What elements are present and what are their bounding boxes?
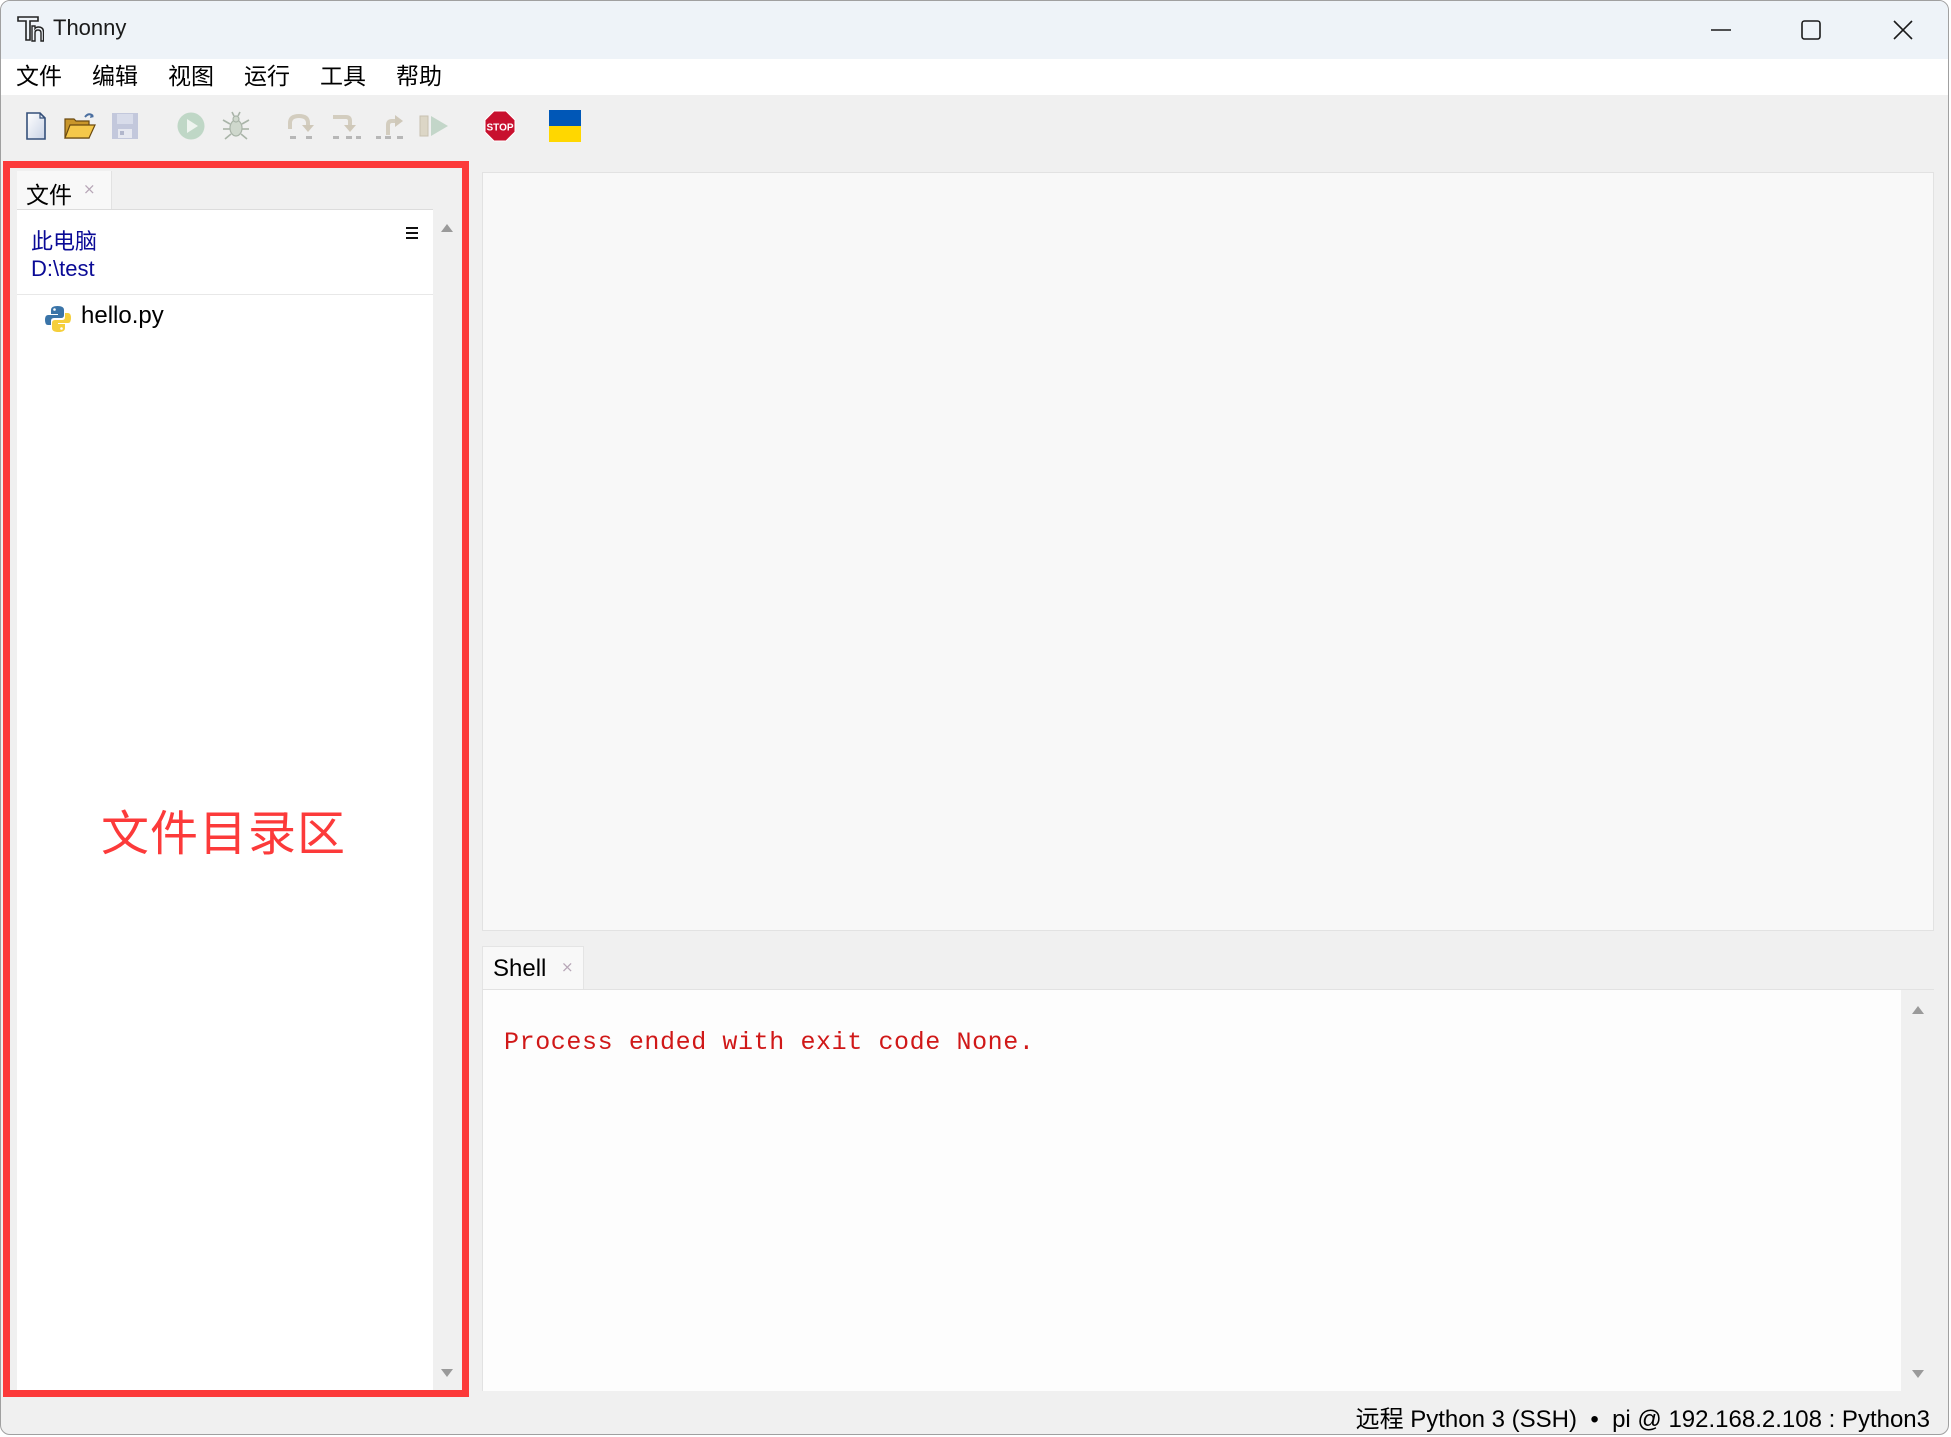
annotation-label: 文件目录区 bbox=[101, 806, 347, 862]
run-button[interactable] bbox=[174, 109, 208, 143]
step-over-icon bbox=[288, 113, 314, 139]
title-bar: Thonny bbox=[1, 1, 1948, 59]
close-icon[interactable]: × bbox=[561, 958, 574, 976]
scroll-up-arrow-icon[interactable] bbox=[441, 224, 453, 232]
shell-console[interactable]: Process ended with exit code None. bbox=[482, 989, 1901, 1391]
tab-files-label: 文件 bbox=[26, 183, 72, 209]
menu-run[interactable]: 运行 bbox=[244, 62, 290, 92]
resume-button[interactable] bbox=[417, 109, 451, 143]
maximize-icon bbox=[1801, 20, 1821, 40]
step-out-icon bbox=[376, 115, 403, 139]
save-file-button[interactable] bbox=[108, 109, 142, 143]
menu-help[interactable]: 帮助 bbox=[396, 62, 442, 92]
file-name: hello.py bbox=[81, 302, 164, 329]
thonny-logo-icon bbox=[17, 16, 44, 42]
maximize-button[interactable] bbox=[1765, 1, 1857, 59]
divider bbox=[17, 294, 433, 295]
window-title: Thonny bbox=[53, 15, 127, 40]
python-file-icon bbox=[45, 306, 71, 332]
menu-view[interactable]: 视图 bbox=[168, 62, 214, 92]
file-browser-scrollbar[interactable] bbox=[433, 209, 462, 1390]
tab-shell[interactable]: Shell × bbox=[482, 946, 584, 989]
interpreter-status[interactable]: 远程 Python 3 (SSH) • pi @ 192.168.2.108 :… bbox=[1356, 1399, 1930, 1434]
stop-label: STOP bbox=[486, 123, 513, 134]
stop-button[interactable]: STOP bbox=[483, 109, 517, 143]
close-button[interactable] bbox=[1857, 1, 1948, 59]
location-path-link[interactable]: D:\test bbox=[31, 256, 95, 282]
close-icon bbox=[1893, 20, 1913, 40]
file-list-item[interactable]: hello.py bbox=[17, 296, 433, 336]
step-into-button[interactable] bbox=[329, 109, 363, 143]
menu-file[interactable]: 文件 bbox=[16, 62, 62, 92]
shell-scrollbar[interactable] bbox=[1901, 989, 1934, 1391]
thonny-window: Thonny 文件 编辑 视图 运行 工具 帮助 STOP 文件 × 此电脑 D… bbox=[0, 0, 1949, 1435]
new-file-button[interactable] bbox=[19, 109, 53, 143]
code-editor[interactable] bbox=[482, 172, 1934, 931]
new-file-icon bbox=[26, 112, 46, 140]
menu-tools[interactable]: 工具 bbox=[320, 62, 366, 92]
support-ukraine-button[interactable] bbox=[548, 109, 582, 143]
minimize-icon bbox=[1711, 29, 1731, 31]
status-bar: 远程 Python 3 (SSH) • pi @ 192.168.2.108 :… bbox=[1, 1393, 1948, 1434]
shell-output: Process ended with exit code None. bbox=[504, 1028, 1035, 1057]
run-icon bbox=[177, 112, 205, 140]
bug-icon bbox=[222, 111, 250, 140]
minimize-button[interactable] bbox=[1675, 1, 1767, 59]
save-disk-icon bbox=[112, 113, 138, 139]
close-icon[interactable]: × bbox=[83, 180, 96, 198]
ukraine-flag-icon bbox=[549, 110, 581, 142]
menu-edit[interactable]: 编辑 bbox=[92, 62, 138, 92]
scroll-up-arrow-icon[interactable] bbox=[1912, 1006, 1924, 1014]
tab-shell-label: Shell bbox=[493, 955, 547, 982]
stop-sign-icon: STOP bbox=[484, 110, 516, 142]
debug-button[interactable] bbox=[219, 109, 253, 143]
scroll-down-arrow-icon[interactable] bbox=[441, 1369, 453, 1377]
location-computer-link[interactable]: 此电脑 bbox=[31, 224, 97, 256]
step-into-icon bbox=[333, 115, 361, 139]
menu-bar: 文件 编辑 视图 运行 工具 帮助 bbox=[1, 59, 1948, 95]
hamburger-menu-icon[interactable] bbox=[405, 226, 419, 240]
toolbar: STOP bbox=[1, 95, 1948, 157]
step-out-button[interactable] bbox=[373, 109, 407, 143]
open-folder-icon bbox=[64, 113, 96, 139]
scroll-down-arrow-icon[interactable] bbox=[1912, 1370, 1924, 1378]
tab-files[interactable]: 文件 × bbox=[17, 171, 112, 209]
open-file-button[interactable] bbox=[63, 109, 97, 143]
step-over-button[interactable] bbox=[285, 109, 319, 143]
resume-icon bbox=[419, 115, 448, 137]
